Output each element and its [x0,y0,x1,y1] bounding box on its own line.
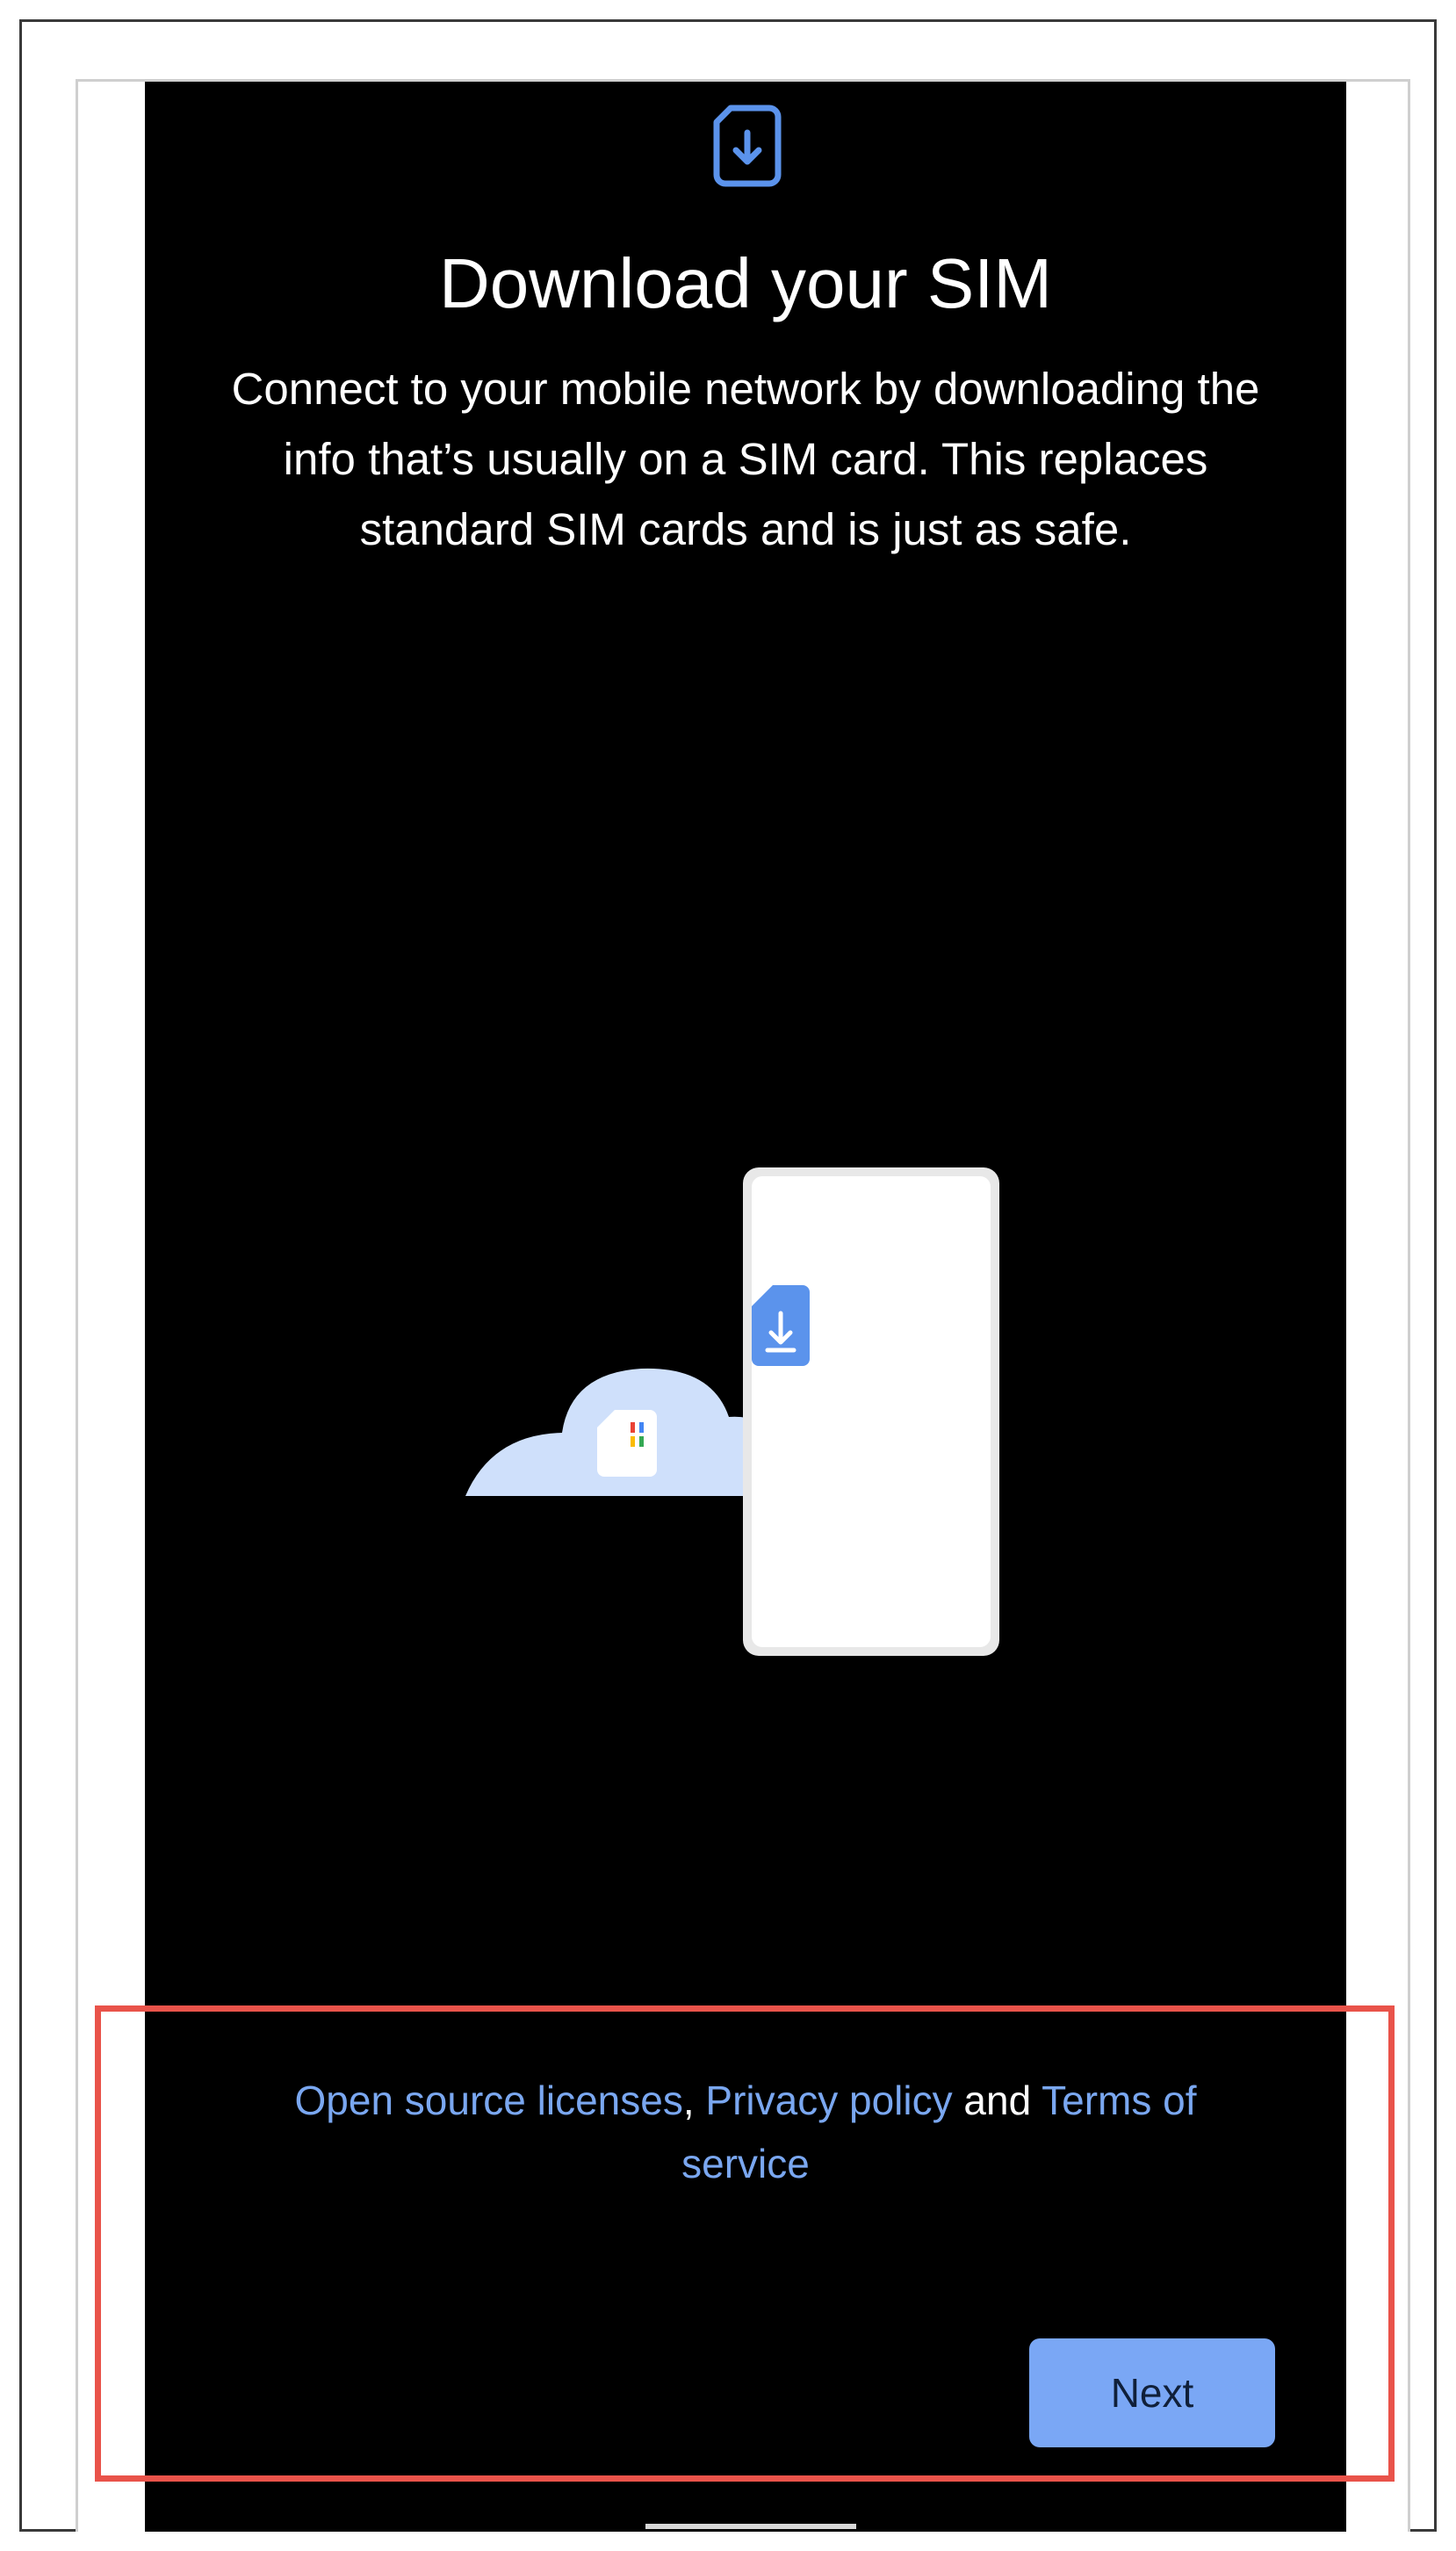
privacy-policy-link[interactable]: Privacy policy [705,2078,952,2123]
next-button[interactable]: Next [1029,2338,1275,2447]
legal-and-text: and [963,2078,1032,2123]
legal-separator: , [682,2078,695,2123]
sim-card-in-cloud-icon [597,1410,657,1477]
page-title: Download your SIM [438,244,1053,322]
sim-download-icon [713,105,782,187]
open-source-licenses-link[interactable]: Open source licenses [295,2078,683,2123]
cloud-sim-to-phone-illustration [465,1167,999,1656]
phone-illustration [743,1167,999,1656]
gesture-bar [645,2524,856,2529]
page-description: Connect to your mobile network by downlo… [231,364,1260,554]
legal-links: Open source licenses, Privacy policy and… [228,2069,1263,2195]
